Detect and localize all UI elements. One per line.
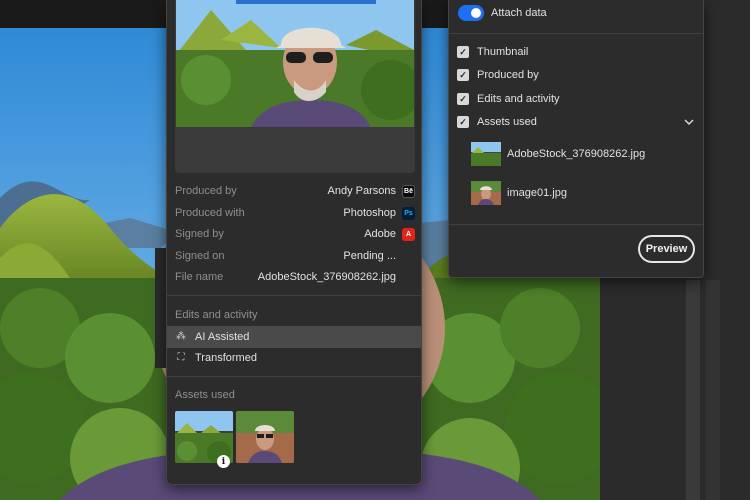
meta-key: File name [175,271,224,283]
checkbox-produced-by[interactable]: ✓ Produced by [457,67,539,83]
ai-assisted-icon: ⁂ [176,331,186,342]
edits-section-title: Edits and activity [175,309,258,321]
preview-area [175,0,415,173]
panel-divider [706,280,720,500]
preview-button[interactable]: Preview [638,235,695,263]
activity-label: Transformed [195,352,257,364]
meta-row-signed-by: Signed by Adobe A [175,224,415,244]
asset-thumbnail [471,142,501,166]
badge-spacer [402,271,415,284]
activity-transformed[interactable]: ⛶ Transformed [167,347,421,369]
checkbox-label: Thumbnail [477,46,529,58]
behance-icon: Bē [402,184,415,198]
asset-name: AdobeStock_376908262.jpg [507,148,646,160]
photoshop-icon: Ps [402,206,415,220]
scrollbar-track[interactable] [686,280,700,500]
adobe-icon: A [402,227,415,241]
attach-data-toggle[interactable] [458,5,484,21]
asset-thumbnail [471,181,501,205]
meta-key: Produced with [175,207,245,219]
divider [167,376,421,377]
badge-spacer [402,250,415,263]
checkbox-assets-used[interactable]: ✓ Assets used [457,114,537,130]
divider [167,295,421,296]
checkbox-checked-icon[interactable]: ✓ [457,46,469,58]
checkbox-label: Produced by [477,69,539,81]
meta-row-file-name: File name AdobeStock_376908262.jpg [175,267,415,287]
transform-icon: ⛶ [177,352,185,363]
toggle-knob [471,8,481,18]
checkbox-label: Edits and activity [477,93,560,105]
checkbox-label: Assets used [477,116,537,128]
activity-label: AI Assisted [195,331,250,343]
meta-value: AdobeStock_376908262.jpg [257,271,396,283]
divider [449,224,703,225]
assets-section-title: Assets used [175,389,235,401]
checkbox-edits-activity[interactable]: ✓ Edits and activity [457,91,560,107]
meta-row-produced-by: Produced by Andy Parsons Bē [175,181,415,201]
meta-value: Adobe [364,228,396,240]
activity-ai-assisted[interactable]: ⁂ AI Assisted [167,326,421,348]
checkbox-thumbnail[interactable]: ✓ Thumbnail [457,44,528,60]
asset-name: image01.jpg [507,187,567,199]
content-credentials-panel: Produced by Andy Parsons Bē Produced wit… [166,0,422,485]
meta-value: Pending ... [343,250,396,262]
asset-thumb-portrait[interactable] [236,411,294,463]
asset-item-image01[interactable]: image01.jpg [471,180,567,206]
meta-key: Produced by [175,185,237,197]
meta-key: Signed by [175,228,224,240]
info-icon[interactable]: i [217,455,230,468]
checkbox-checked-icon[interactable]: ✓ [457,93,469,105]
meta-value: Photoshop [343,207,396,219]
meta-row-signed-on: Signed on Pending ... [175,246,415,266]
preview-thumbnail [176,0,414,127]
asset-item-stock[interactable]: AdobeStock_376908262.jpg [471,141,645,167]
chevron-down-icon[interactable] [684,117,694,127]
divider [449,33,703,34]
meta-row-produced-with: Produced with Photoshop Ps [175,203,415,223]
checkbox-checked-icon[interactable]: ✓ [457,69,469,81]
meta-key: Signed on [175,250,225,262]
export-options-panel: Attach data ✓ Thumbnail ✓ Produced by ✓ … [448,0,704,278]
meta-value: Andy Parsons [327,185,396,197]
checkbox-checked-icon[interactable]: ✓ [457,116,469,128]
attach-data-label: Attach data [491,7,547,19]
